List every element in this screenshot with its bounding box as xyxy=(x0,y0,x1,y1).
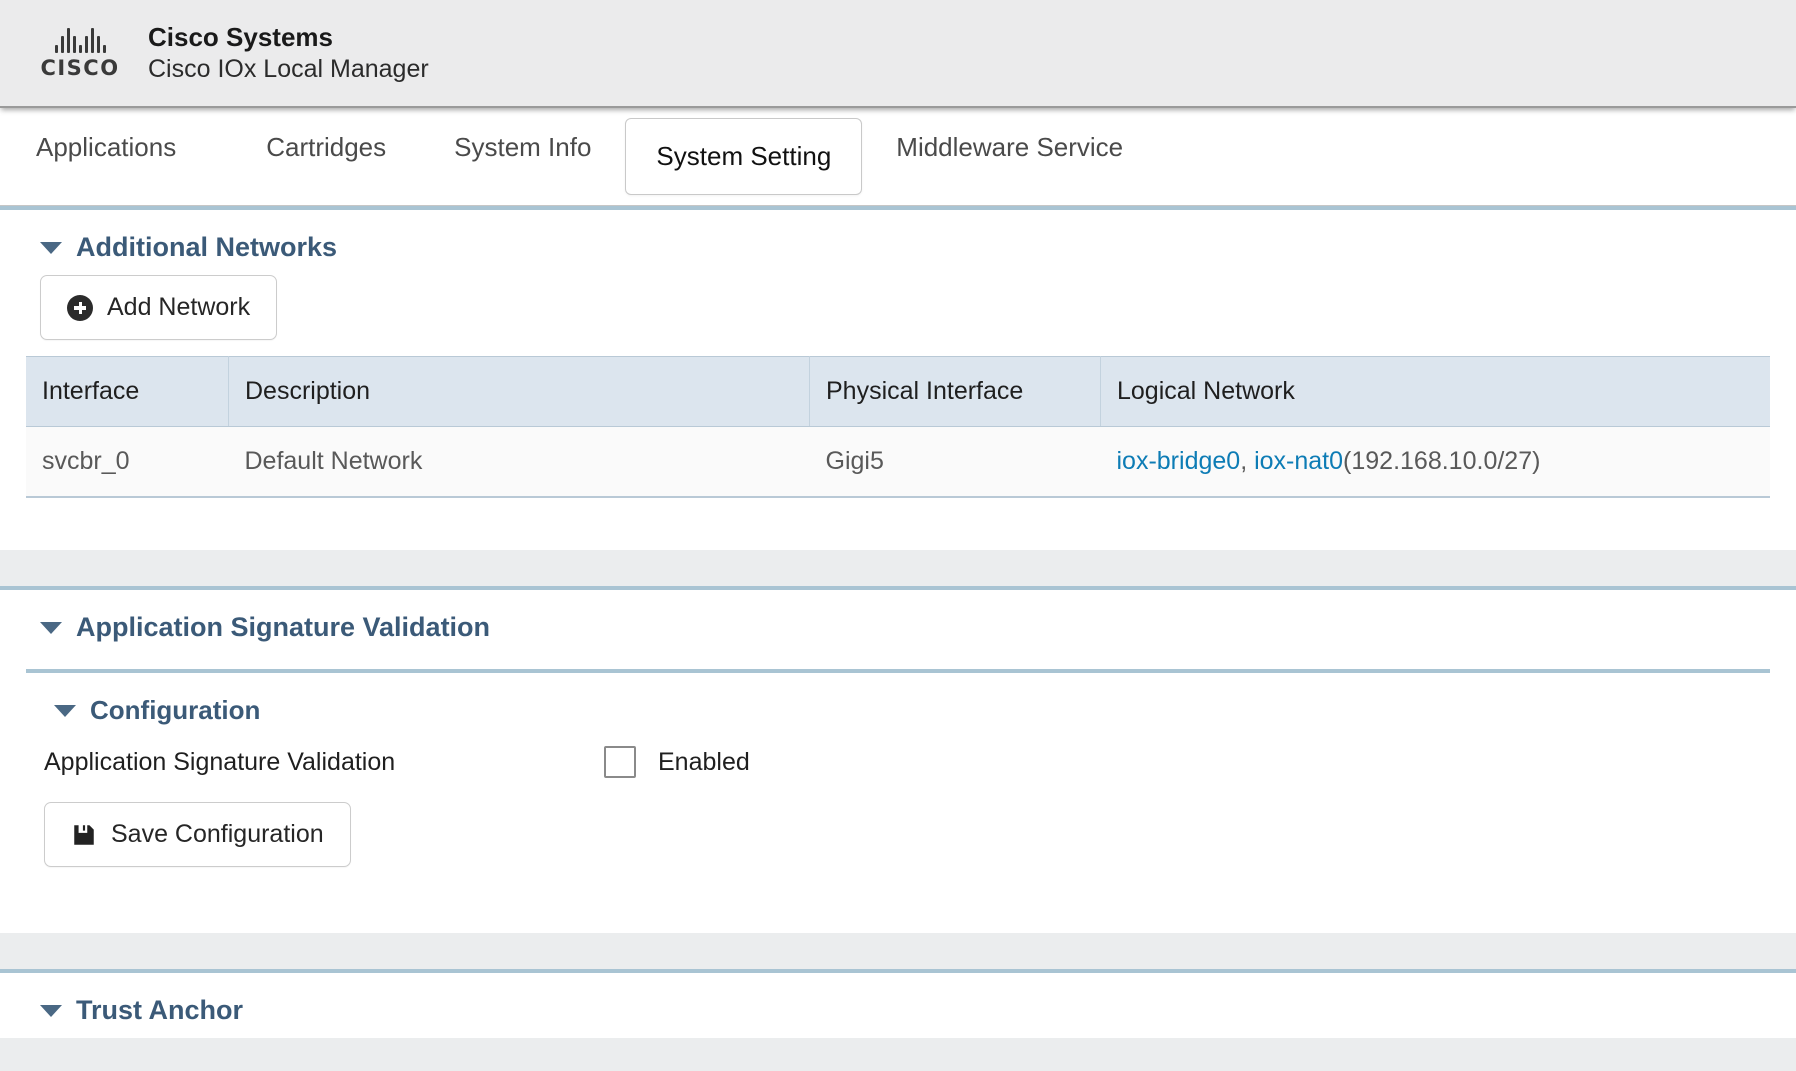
add-network-button[interactable]: Add Network xyxy=(40,275,278,340)
configuration-subpanel: Configuration Application Signature Vali… xyxy=(26,669,1770,893)
additional-networks-panel: Additional Networks Add Network Interfac… xyxy=(0,206,1796,550)
link-iox-nat0[interactable]: iox-nat0 xyxy=(1254,447,1343,475)
cell-logical-network: iox-bridge0, iox-nat0(192.168.10.0/27) xyxy=(1100,426,1770,498)
app-signature-validation-header[interactable]: Application Signature Validation xyxy=(26,590,1770,655)
logical-network-separator: , xyxy=(1240,447,1255,475)
trust-anchor-panel: Trust Anchor xyxy=(0,969,1796,1038)
main-tabs: Applications Cartridges System Info Syst… xyxy=(0,108,1796,206)
column-header-interface: Interface xyxy=(26,356,229,427)
app-signature-validation-panel: Application Signature Validation Configu… xyxy=(0,586,1796,933)
signature-validation-row: Application Signature Validation Enabled xyxy=(26,738,1770,786)
add-network-label: Add Network xyxy=(107,293,251,321)
save-configuration-label: Save Configuration xyxy=(111,820,324,848)
tab-cartridges[interactable]: Cartridges xyxy=(232,108,420,163)
table-header-row: Interface Description Physical Interface… xyxy=(26,356,1770,427)
table-row: svcbr_0 Default Network Gigi5 iox-bridge… xyxy=(26,426,1770,498)
chevron-down-icon[interactable] xyxy=(40,241,62,254)
save-floppy-icon xyxy=(74,824,94,845)
plus-circle-icon xyxy=(67,294,93,321)
app-header: CISCO Cisco Systems Cisco IOx Local Mana… xyxy=(0,0,1796,108)
chevron-down-icon[interactable] xyxy=(40,621,62,634)
section-title-configuration: Configuration xyxy=(90,695,261,725)
brand-name: Cisco Systems xyxy=(148,21,333,52)
cisco-logo: CISCO xyxy=(26,27,134,80)
section-title-trust-anchor: Trust Anchor xyxy=(76,995,244,1025)
logical-network-subnet: (192.168.10.0/27) xyxy=(1343,447,1541,475)
tab-system-info[interactable]: System Info xyxy=(420,108,625,163)
column-header-physical-interface: Physical Interface xyxy=(809,356,1101,427)
column-header-logical-network: Logical Network xyxy=(1100,356,1770,427)
section-title-app-signature-validation: Application Signature Validation xyxy=(76,612,491,642)
header-titles: Cisco Systems Cisco IOx Local Manager xyxy=(148,22,429,85)
tab-middleware-service[interactable]: Middleware Service xyxy=(862,108,1157,163)
tab-applications[interactable]: Applications xyxy=(36,108,232,163)
tab-system-setting[interactable]: System Setting xyxy=(625,118,863,195)
section-title-additional-networks: Additional Networks xyxy=(76,232,338,262)
cisco-wordmark: CISCO xyxy=(40,55,120,80)
configuration-header[interactable]: Configuration xyxy=(26,673,1770,738)
column-header-description: Description xyxy=(228,356,810,427)
page-content: Additional Networks Add Network Interfac… xyxy=(0,206,1796,1071)
cisco-logo-bars xyxy=(54,27,106,53)
cell-interface: svcbr_0 xyxy=(26,426,229,498)
additional-networks-table: Interface Description Physical Interface… xyxy=(26,356,1770,498)
enabled-checkbox[interactable] xyxy=(604,746,636,778)
cell-description: Default Network xyxy=(228,426,810,498)
link-iox-bridge0[interactable]: iox-bridge0 xyxy=(1117,447,1241,475)
product-name: Cisco IOx Local Manager xyxy=(148,55,429,84)
chevron-down-icon[interactable] xyxy=(40,1004,62,1017)
enabled-checkbox-label: Enabled xyxy=(658,747,750,776)
save-configuration-button[interactable]: Save Configuration xyxy=(44,802,351,867)
chevron-down-icon[interactable] xyxy=(54,704,76,717)
signature-validation-label: Application Signature Validation xyxy=(44,747,396,776)
trust-anchor-header[interactable]: Trust Anchor xyxy=(26,973,1770,1038)
additional-networks-header[interactable]: Additional Networks xyxy=(26,210,1770,275)
cell-physical-interface: Gigi5 xyxy=(809,426,1101,498)
